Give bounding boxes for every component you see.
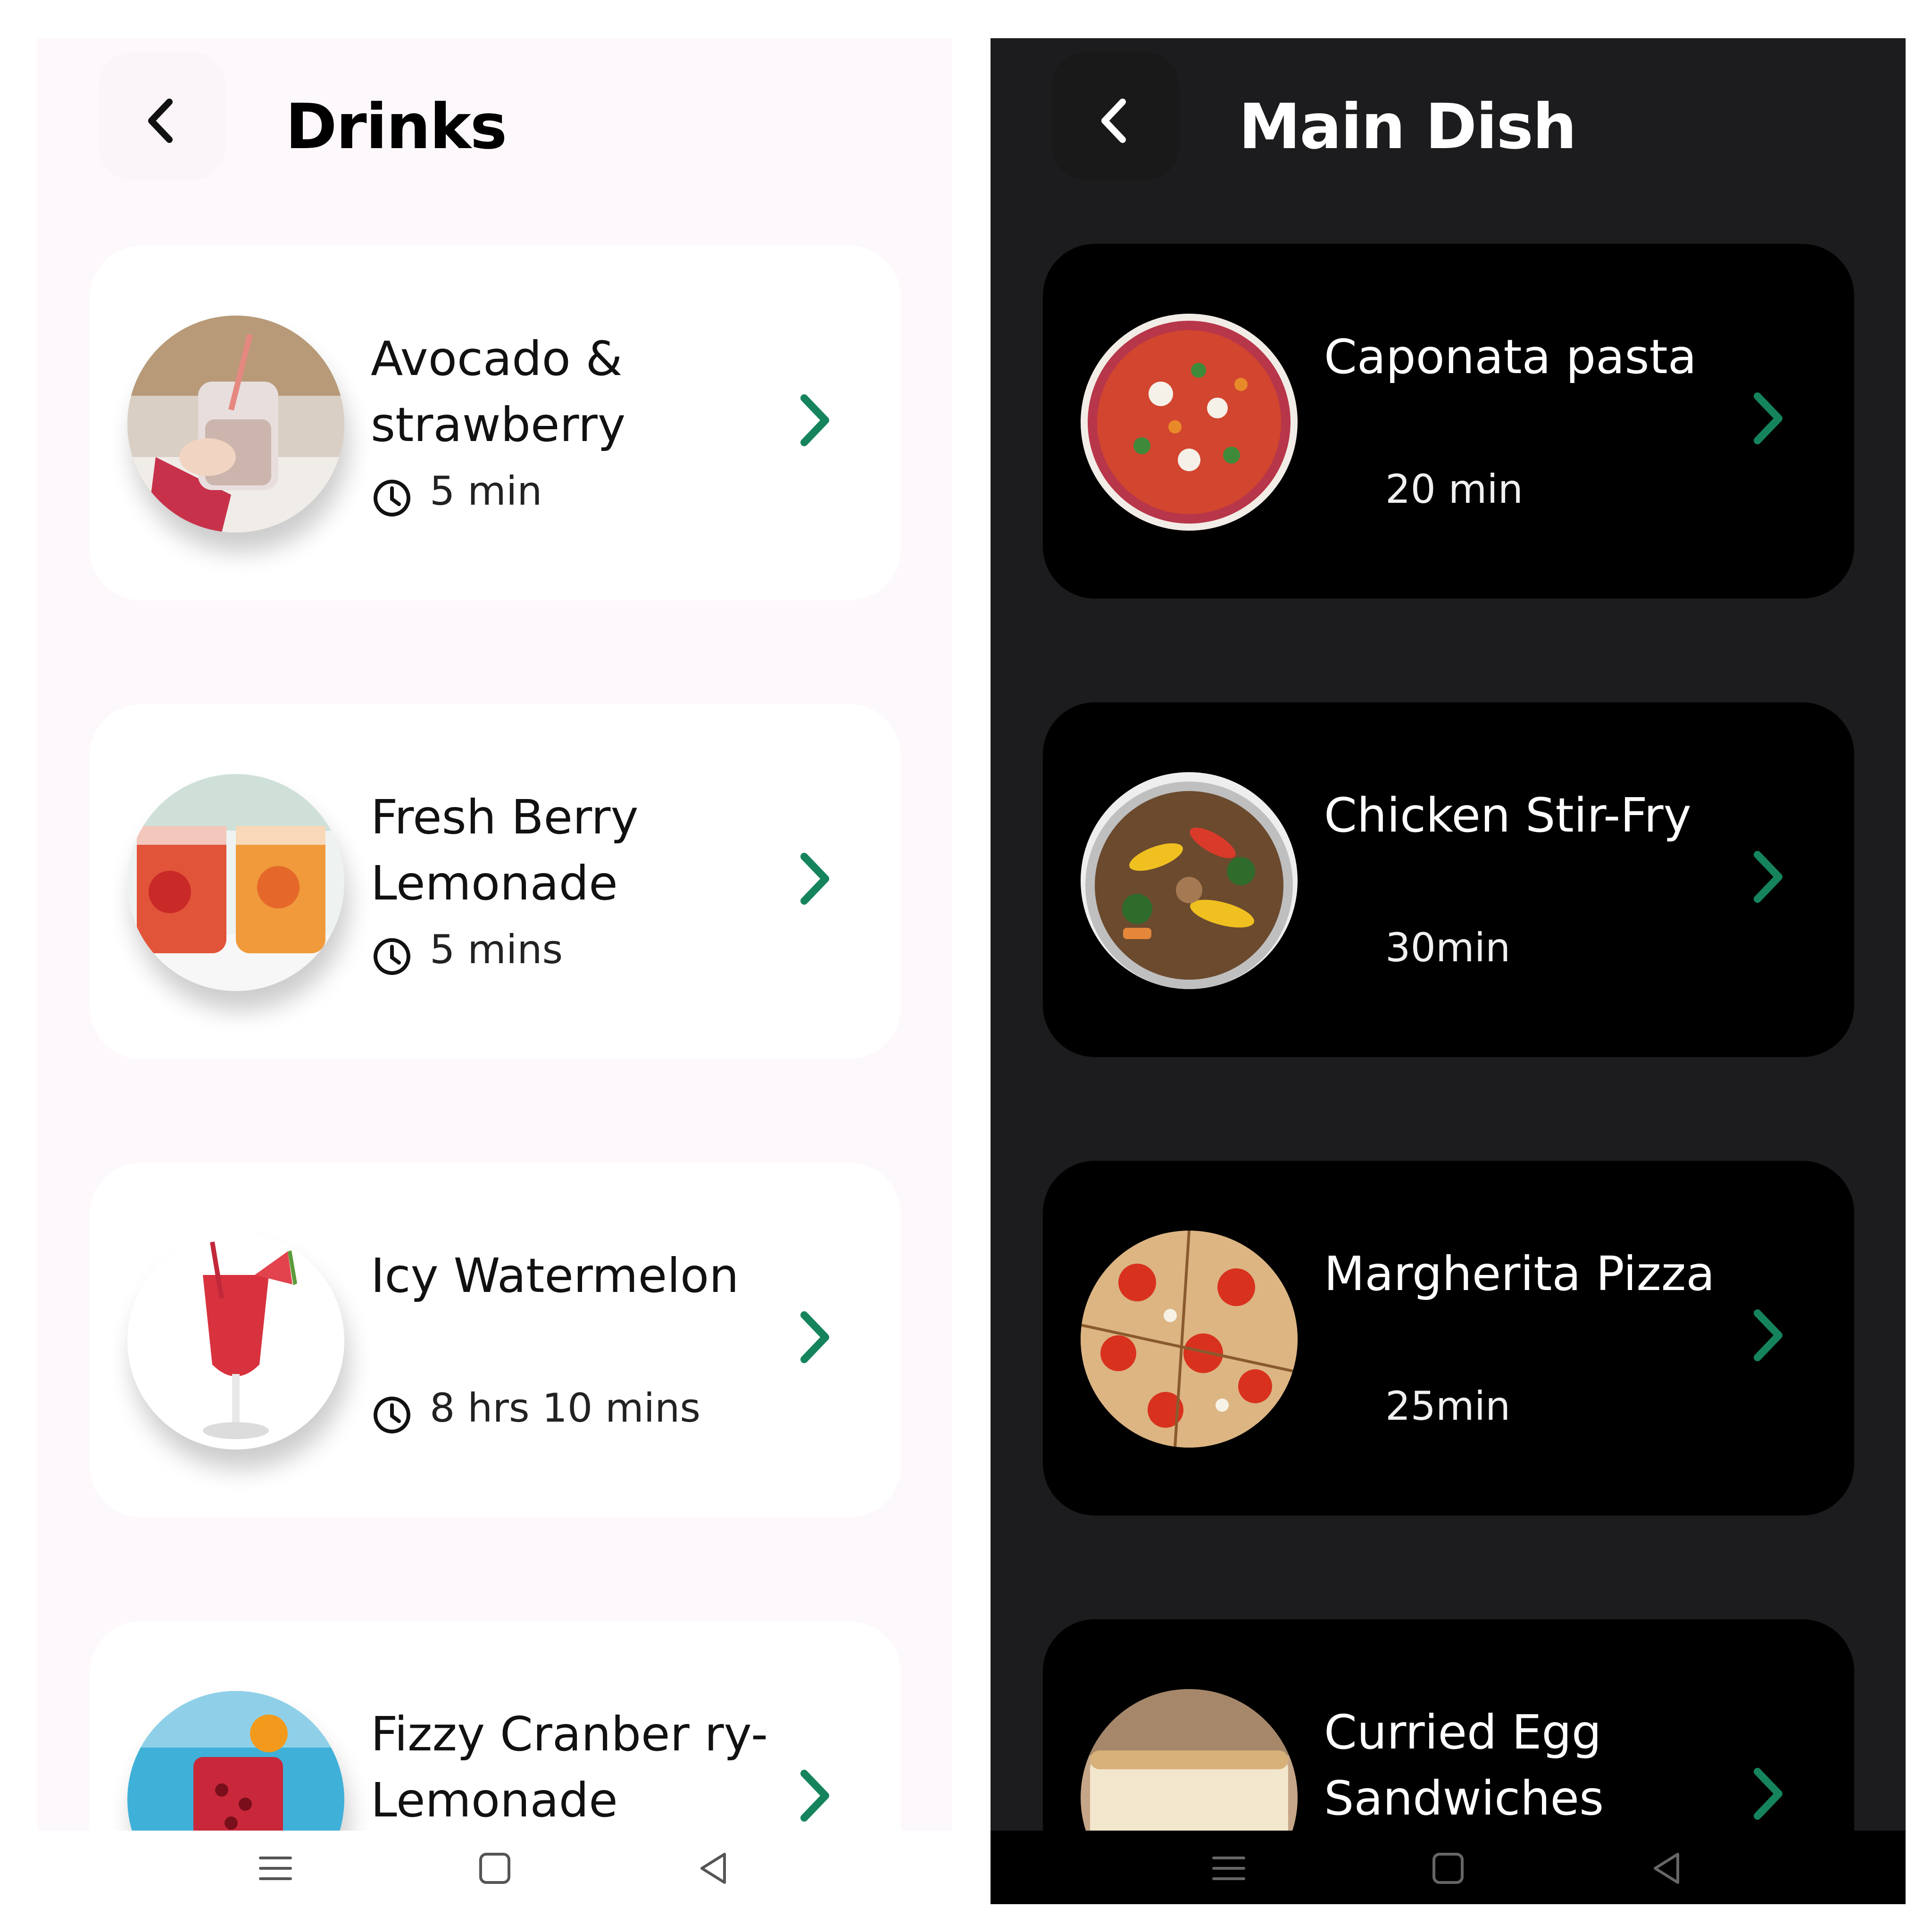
recipe-image xyxy=(127,774,344,991)
recipe-image xyxy=(127,316,344,533)
recipe-time-text: 25min xyxy=(1385,1383,1511,1429)
recipe-time-text: 30min xyxy=(1385,924,1511,971)
recipe-name: Fresh Berry Lemonade xyxy=(371,790,639,911)
header: Drinks xyxy=(37,38,952,194)
recipe-card[interactable]: Icy Watermelon 8 hrs 10 mins xyxy=(90,1163,901,1517)
menu-icon[interactable] xyxy=(257,1849,294,1887)
recipe-time-text: 5 min xyxy=(430,468,542,514)
recipe-name: Chicken Stir-Fry xyxy=(1324,788,1691,843)
back-chevron-icon xyxy=(1101,99,1126,143)
recipe-card[interactable]: Margherita Pizza 25min xyxy=(1043,1161,1854,1516)
recipe-image xyxy=(127,1232,344,1449)
recipe-time-text: 20 min xyxy=(1385,466,1523,512)
menu-icon[interactable] xyxy=(1210,1849,1248,1887)
recipe-name: Avocado & strawberry xyxy=(371,331,626,452)
recipe-name: Fizzy Cranber ry-Lemonade xyxy=(371,1707,768,1828)
chevron-right-icon[interactable] xyxy=(792,1765,835,1826)
recipe-image xyxy=(1081,772,1298,989)
back-button[interactable] xyxy=(1052,52,1179,180)
recipe-card[interactable]: Fresh Berry Lemonade 5 mins xyxy=(90,704,901,1059)
chevron-right-icon[interactable] xyxy=(1746,388,1788,449)
chevron-right-icon[interactable] xyxy=(1746,1305,1788,1366)
chevron-right-icon[interactable] xyxy=(1746,846,1788,908)
clock-icon xyxy=(374,1397,410,1433)
home-square-icon[interactable] xyxy=(1429,1849,1467,1887)
back-button[interactable] xyxy=(99,52,226,180)
recipe-name: Margherita Pizza xyxy=(1324,1246,1715,1301)
back-triangle-icon[interactable] xyxy=(1649,1849,1686,1887)
chevron-right-icon[interactable] xyxy=(1746,1763,1788,1824)
recipe-time-text: 5 mins xyxy=(430,926,563,973)
recipe-name: Caponata pasta xyxy=(1324,329,1697,384)
recipe-image xyxy=(1081,314,1298,531)
back-chevron-icon xyxy=(148,99,173,143)
recipe-time-text: 8 hrs 10 mins xyxy=(430,1385,701,1431)
recipe-name: Icy Watermelon xyxy=(371,1248,739,1303)
recipe-card[interactable]: Avocado & strawberry 5 min xyxy=(90,246,901,600)
main-dish-screen: Main Dish Caponata pasta 20 min Chicken … xyxy=(991,38,1906,1904)
recipe-card[interactable]: Caponata pasta 20 min xyxy=(1043,244,1854,599)
clock-icon xyxy=(374,480,410,516)
page-title: Main Dish xyxy=(1239,91,1577,163)
recipe-image xyxy=(1081,1231,1298,1448)
system-nav-bar xyxy=(991,1831,1906,1904)
recipe-card[interactable]: Chicken Stir-Fry 30min xyxy=(1043,702,1854,1057)
chevron-right-icon[interactable] xyxy=(792,390,835,451)
header: Main Dish xyxy=(991,38,1906,194)
system-nav-bar xyxy=(37,1831,952,1904)
chevron-right-icon[interactable] xyxy=(792,848,835,909)
back-triangle-icon[interactable] xyxy=(695,1849,733,1887)
recipe-name: Curried Egg Sandwiches xyxy=(1324,1705,1604,1826)
page-title: Drinks xyxy=(285,91,507,163)
home-square-icon[interactable] xyxy=(476,1849,514,1887)
chevron-right-icon[interactable] xyxy=(792,1307,835,1368)
drinks-screen: Drinks Avocado & strawberry 5 min Fresh … xyxy=(37,38,952,1904)
clock-icon xyxy=(374,938,410,975)
